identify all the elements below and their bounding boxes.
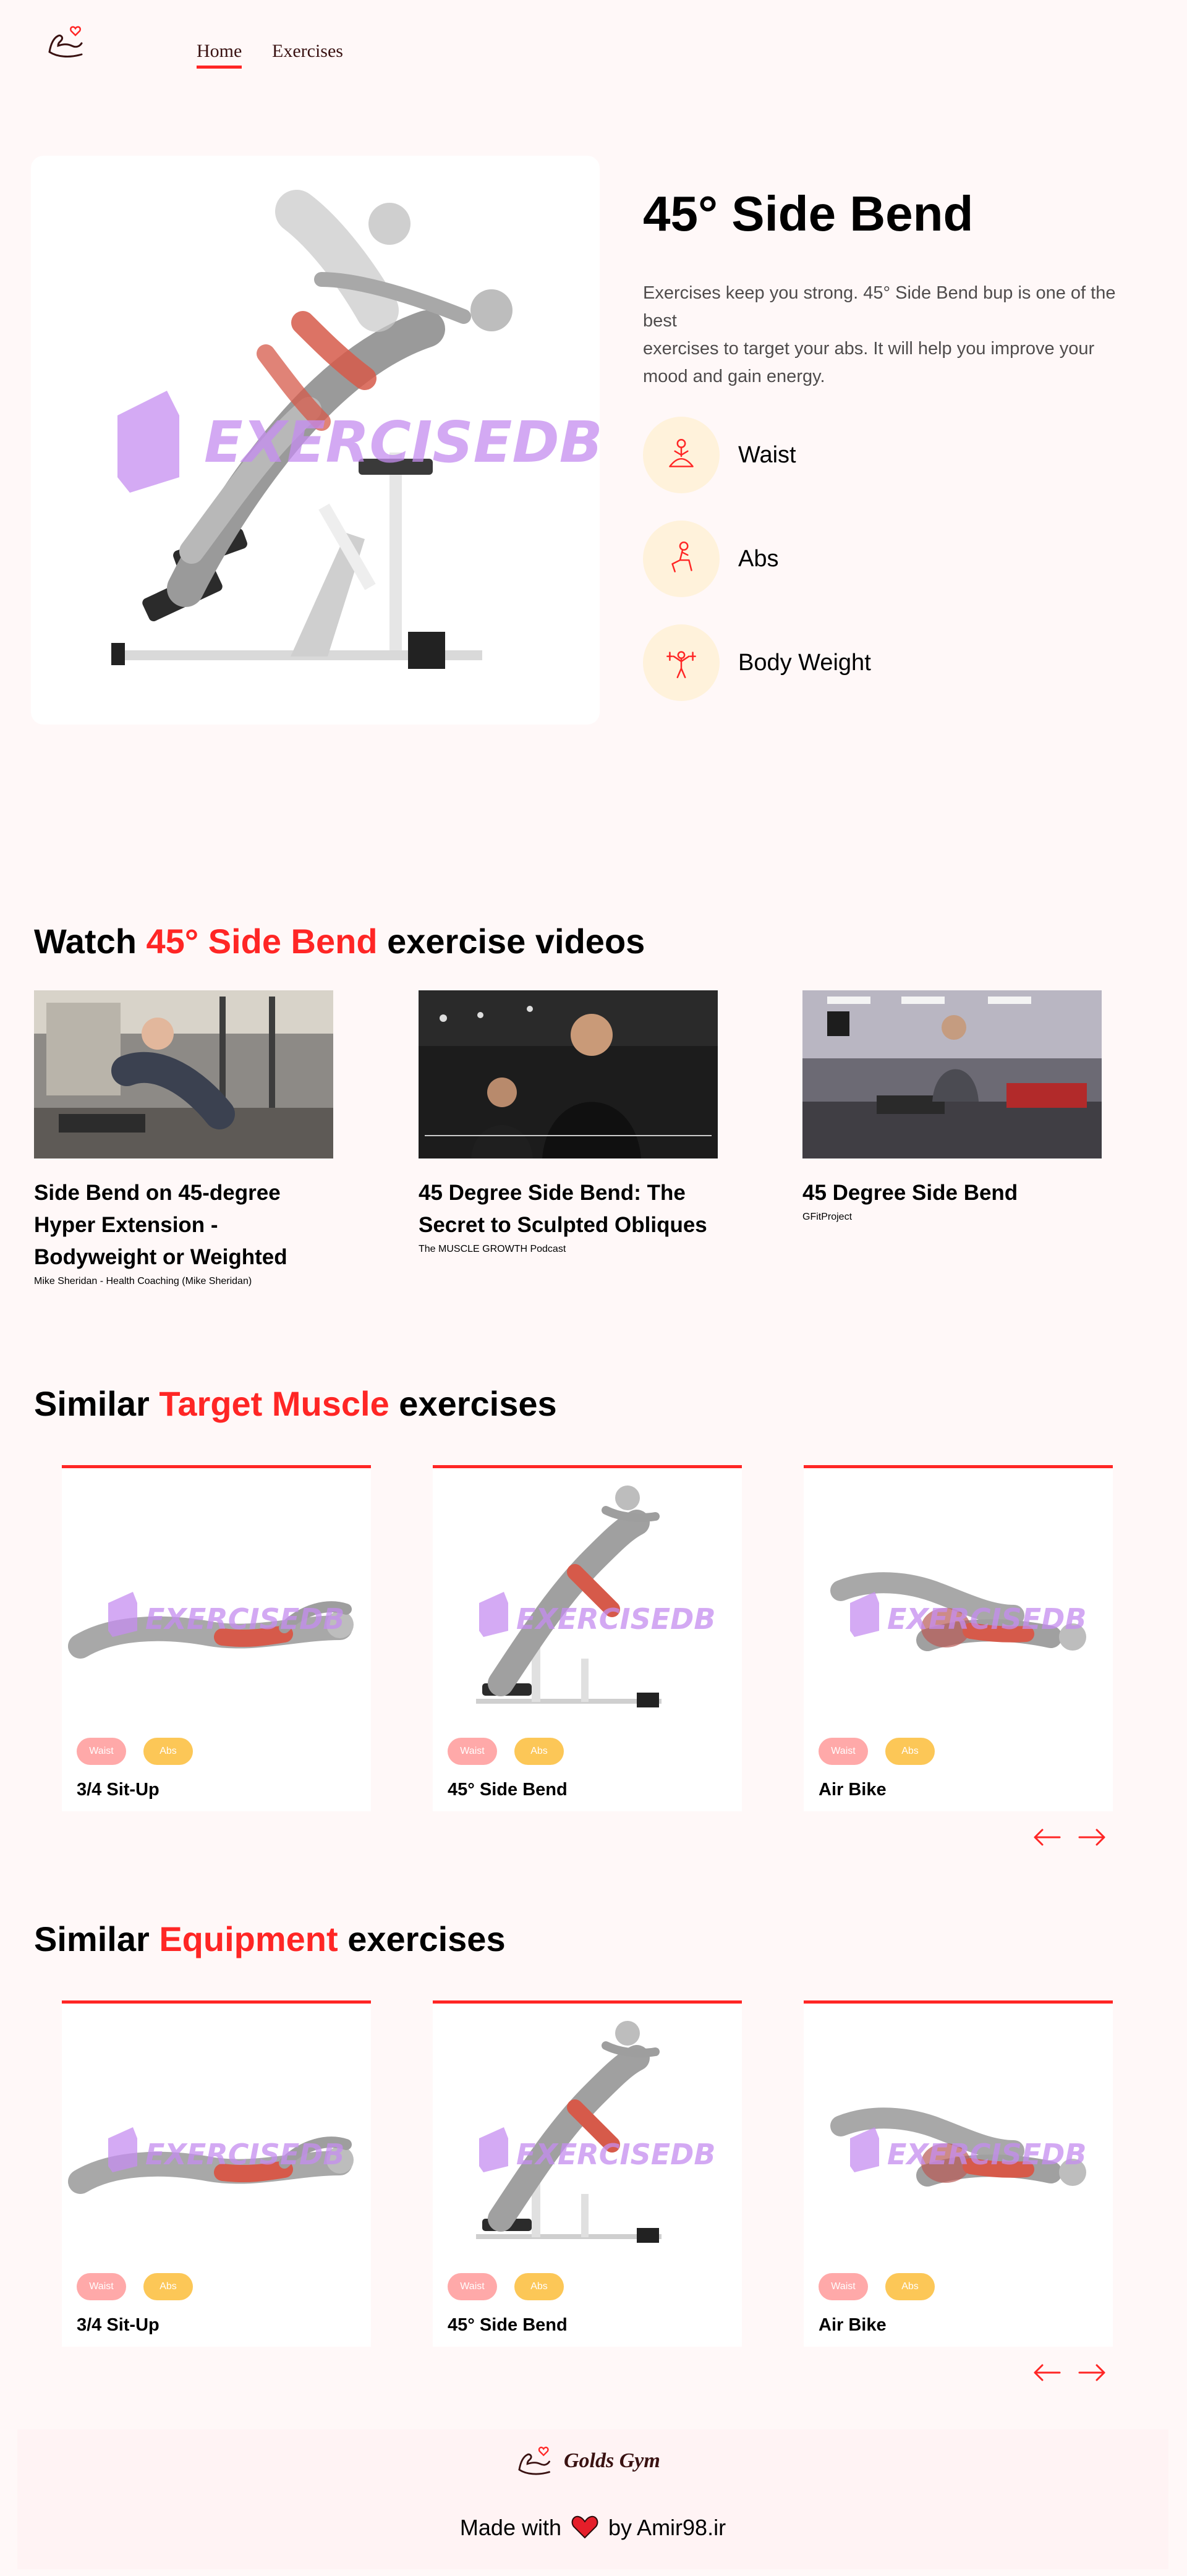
body-part-label: Waist — [738, 441, 796, 468]
title-prefix: Watch — [34, 922, 137, 961]
equipment-label: Body Weight — [738, 649, 871, 676]
tag-body-part[interactable]: Waist — [77, 1738, 126, 1765]
tag-body-part[interactable]: Waist — [819, 2273, 868, 2300]
similar-equipment-title: Similar Equipment exercises — [34, 1919, 506, 1959]
video-title: 45 Degree Side Bend — [802, 1181, 1018, 1205]
body-part-info: Waist — [643, 417, 796, 493]
footer-credit: Made with by Amir98.ir — [17, 2515, 1168, 2541]
exercise-gif: EXERCISEDB — [31, 156, 600, 725]
equipment-info: Body Weight — [643, 624, 871, 701]
video-card[interactable]: 45 Degree Side Bend GFitProject — [802, 990, 1102, 1223]
video-channel: Mike Sheridan - Health Coaching (Mike Sh… — [34, 1276, 252, 1286]
footer-brand: Golds Gym — [564, 2449, 660, 2472]
video-thumbnail — [802, 990, 1102, 1158]
scroll-right-arrow-icon[interactable] — [1077, 2360, 1108, 2385]
title-suffix: exercises — [347, 1919, 506, 1958]
exercise-name: 45° Side Bend — [448, 2315, 568, 2335]
exercise-image: EXERCISEDB — [476, 2021, 715, 2243]
description-line: exercises to target your abs. It will he… — [643, 339, 1095, 386]
svg-text:EXERCISEDB: EXERCISEDB — [145, 2138, 344, 2171]
exercise-image: EXERCISEDB — [68, 1592, 354, 1659]
exercise-card[interactable]: EXERCISEDB Waist Abs Air Bike — [804, 1465, 1113, 1811]
tag-target[interactable]: Abs — [143, 1738, 193, 1765]
navbar: Home Exercises — [0, 0, 1187, 93]
exercise-image: EXERCISEDB — [830, 2107, 1086, 2187]
exercise-name: 45° Side Bend — [448, 1780, 568, 1800]
video-title: Side Bend on 45-degree Hyper Extension -… — [34, 1181, 287, 1269]
title-accent: Equipment — [159, 1919, 338, 1958]
svg-text:EXERCISEDB: EXERCISEDB — [887, 2138, 1086, 2171]
exercise-title: 45° Side Bend — [643, 186, 974, 241]
exercise-card[interactable]: EXERCISEDB Waist Abs 45° Side Bend — [433, 2000, 742, 2347]
exercise-card[interactable]: EXERCISEDB Waist Abs 3/4 Sit-Up — [62, 1465, 371, 1811]
svg-text:EXERCISEDB: EXERCISEDB — [516, 2138, 715, 2171]
footer: Golds Gym Made with by Amir98.ir — [17, 2429, 1168, 2569]
tag-target[interactable]: Abs — [514, 2273, 564, 2300]
target-label: Abs — [738, 545, 779, 572]
exercise-card[interactable]: EXERCISEDB Waist Abs 45° Side Bend — [433, 1465, 742, 1811]
scroll-left-arrow-icon[interactable] — [1031, 1825, 1062, 1850]
exercise-name: Air Bike — [819, 2315, 887, 2335]
exercise-image: EXERCISEDB — [830, 1572, 1086, 1651]
tag-target[interactable]: Abs — [885, 2273, 935, 2300]
tag-target[interactable]: Abs — [514, 1738, 564, 1765]
title-suffix: exercise videos — [387, 922, 645, 961]
svg-text:EXERCISEDB: EXERCISEDB — [145, 1602, 344, 1636]
heart-icon — [571, 2515, 598, 2539]
video-thumbnail — [419, 990, 718, 1158]
gym-logo-icon — [518, 2446, 550, 2475]
body-part-icon — [643, 417, 720, 493]
gym-logo-icon[interactable] — [45, 20, 89, 64]
video-channel: GFitProject — [802, 1212, 853, 1222]
exercise-description: Exercises keep you strong. 45° Side Bend… — [643, 279, 1138, 391]
author-text: by Amir98.ir — [608, 2515, 726, 2540]
exercise-name: 3/4 Sit-Up — [77, 2315, 160, 2335]
exercise-image: EXERCISEDB — [476, 1486, 715, 1707]
made-with-text: Made with — [459, 2515, 561, 2540]
target-icon — [643, 521, 720, 597]
nav-home-link[interactable]: Home — [197, 41, 242, 69]
title-prefix: Similar — [34, 1384, 150, 1423]
video-title: 45 Degree Side Bend: The Secret to Sculp… — [419, 1181, 707, 1237]
target-info: Abs — [643, 521, 778, 597]
tag-body-part[interactable]: Waist — [819, 1738, 868, 1765]
tag-target[interactable]: Abs — [885, 1738, 935, 1765]
video-card[interactable]: Side Bend on 45-degree Hyper Extension -… — [34, 990, 333, 1287]
tag-body-part[interactable]: Waist — [448, 1738, 497, 1765]
tag-body-part[interactable]: Waist — [77, 2273, 126, 2300]
scroll-right-arrow-icon[interactable] — [1077, 1825, 1108, 1850]
similar-target-title: Similar Target Muscle exercises — [34, 1384, 557, 1424]
nav-exercises-link[interactable]: Exercises — [272, 41, 343, 62]
tag-body-part[interactable]: Waist — [448, 2273, 497, 2300]
exercise-card[interactable]: EXERCISEDB Waist Abs Air Bike — [804, 2000, 1113, 2347]
title-accent: 45° Side Bend — [146, 922, 378, 961]
description-line: Exercises keep you strong. 45° Side Bend… — [643, 283, 1116, 331]
tag-target[interactable]: Abs — [143, 2273, 193, 2300]
title-prefix: Similar — [34, 1919, 150, 1958]
equipment-icon — [643, 624, 720, 701]
video-thumbnail — [34, 990, 333, 1158]
exercise-image: EXERCISEDB — [68, 2127, 354, 2194]
videos-section-title: Watch 45° Side Bend exercise videos — [34, 921, 645, 961]
title-suffix: exercises — [399, 1384, 557, 1423]
svg-text:EXERCISEDB: EXERCISEDB — [516, 1602, 715, 1636]
svg-text:EXERCISEDB: EXERCISEDB — [204, 409, 600, 475]
exercise-name: Air Bike — [819, 1780, 887, 1800]
footer-logo: Golds Gym — [516, 2443, 660, 2479]
exercise-card[interactable]: EXERCISEDB Waist Abs 3/4 Sit-Up — [62, 2000, 371, 2347]
video-card[interactable]: 45 Degree Side Bend: The Secret to Sculp… — [419, 990, 718, 1255]
scroll-left-arrow-icon[interactable] — [1031, 2360, 1062, 2385]
video-channel: The MUSCLE GROWTH Podcast — [419, 1244, 566, 1254]
title-accent: Target Muscle — [159, 1384, 389, 1423]
svg-text:EXERCISEDB: EXERCISEDB — [887, 1602, 1086, 1636]
exercise-name: 3/4 Sit-Up — [77, 1780, 160, 1800]
